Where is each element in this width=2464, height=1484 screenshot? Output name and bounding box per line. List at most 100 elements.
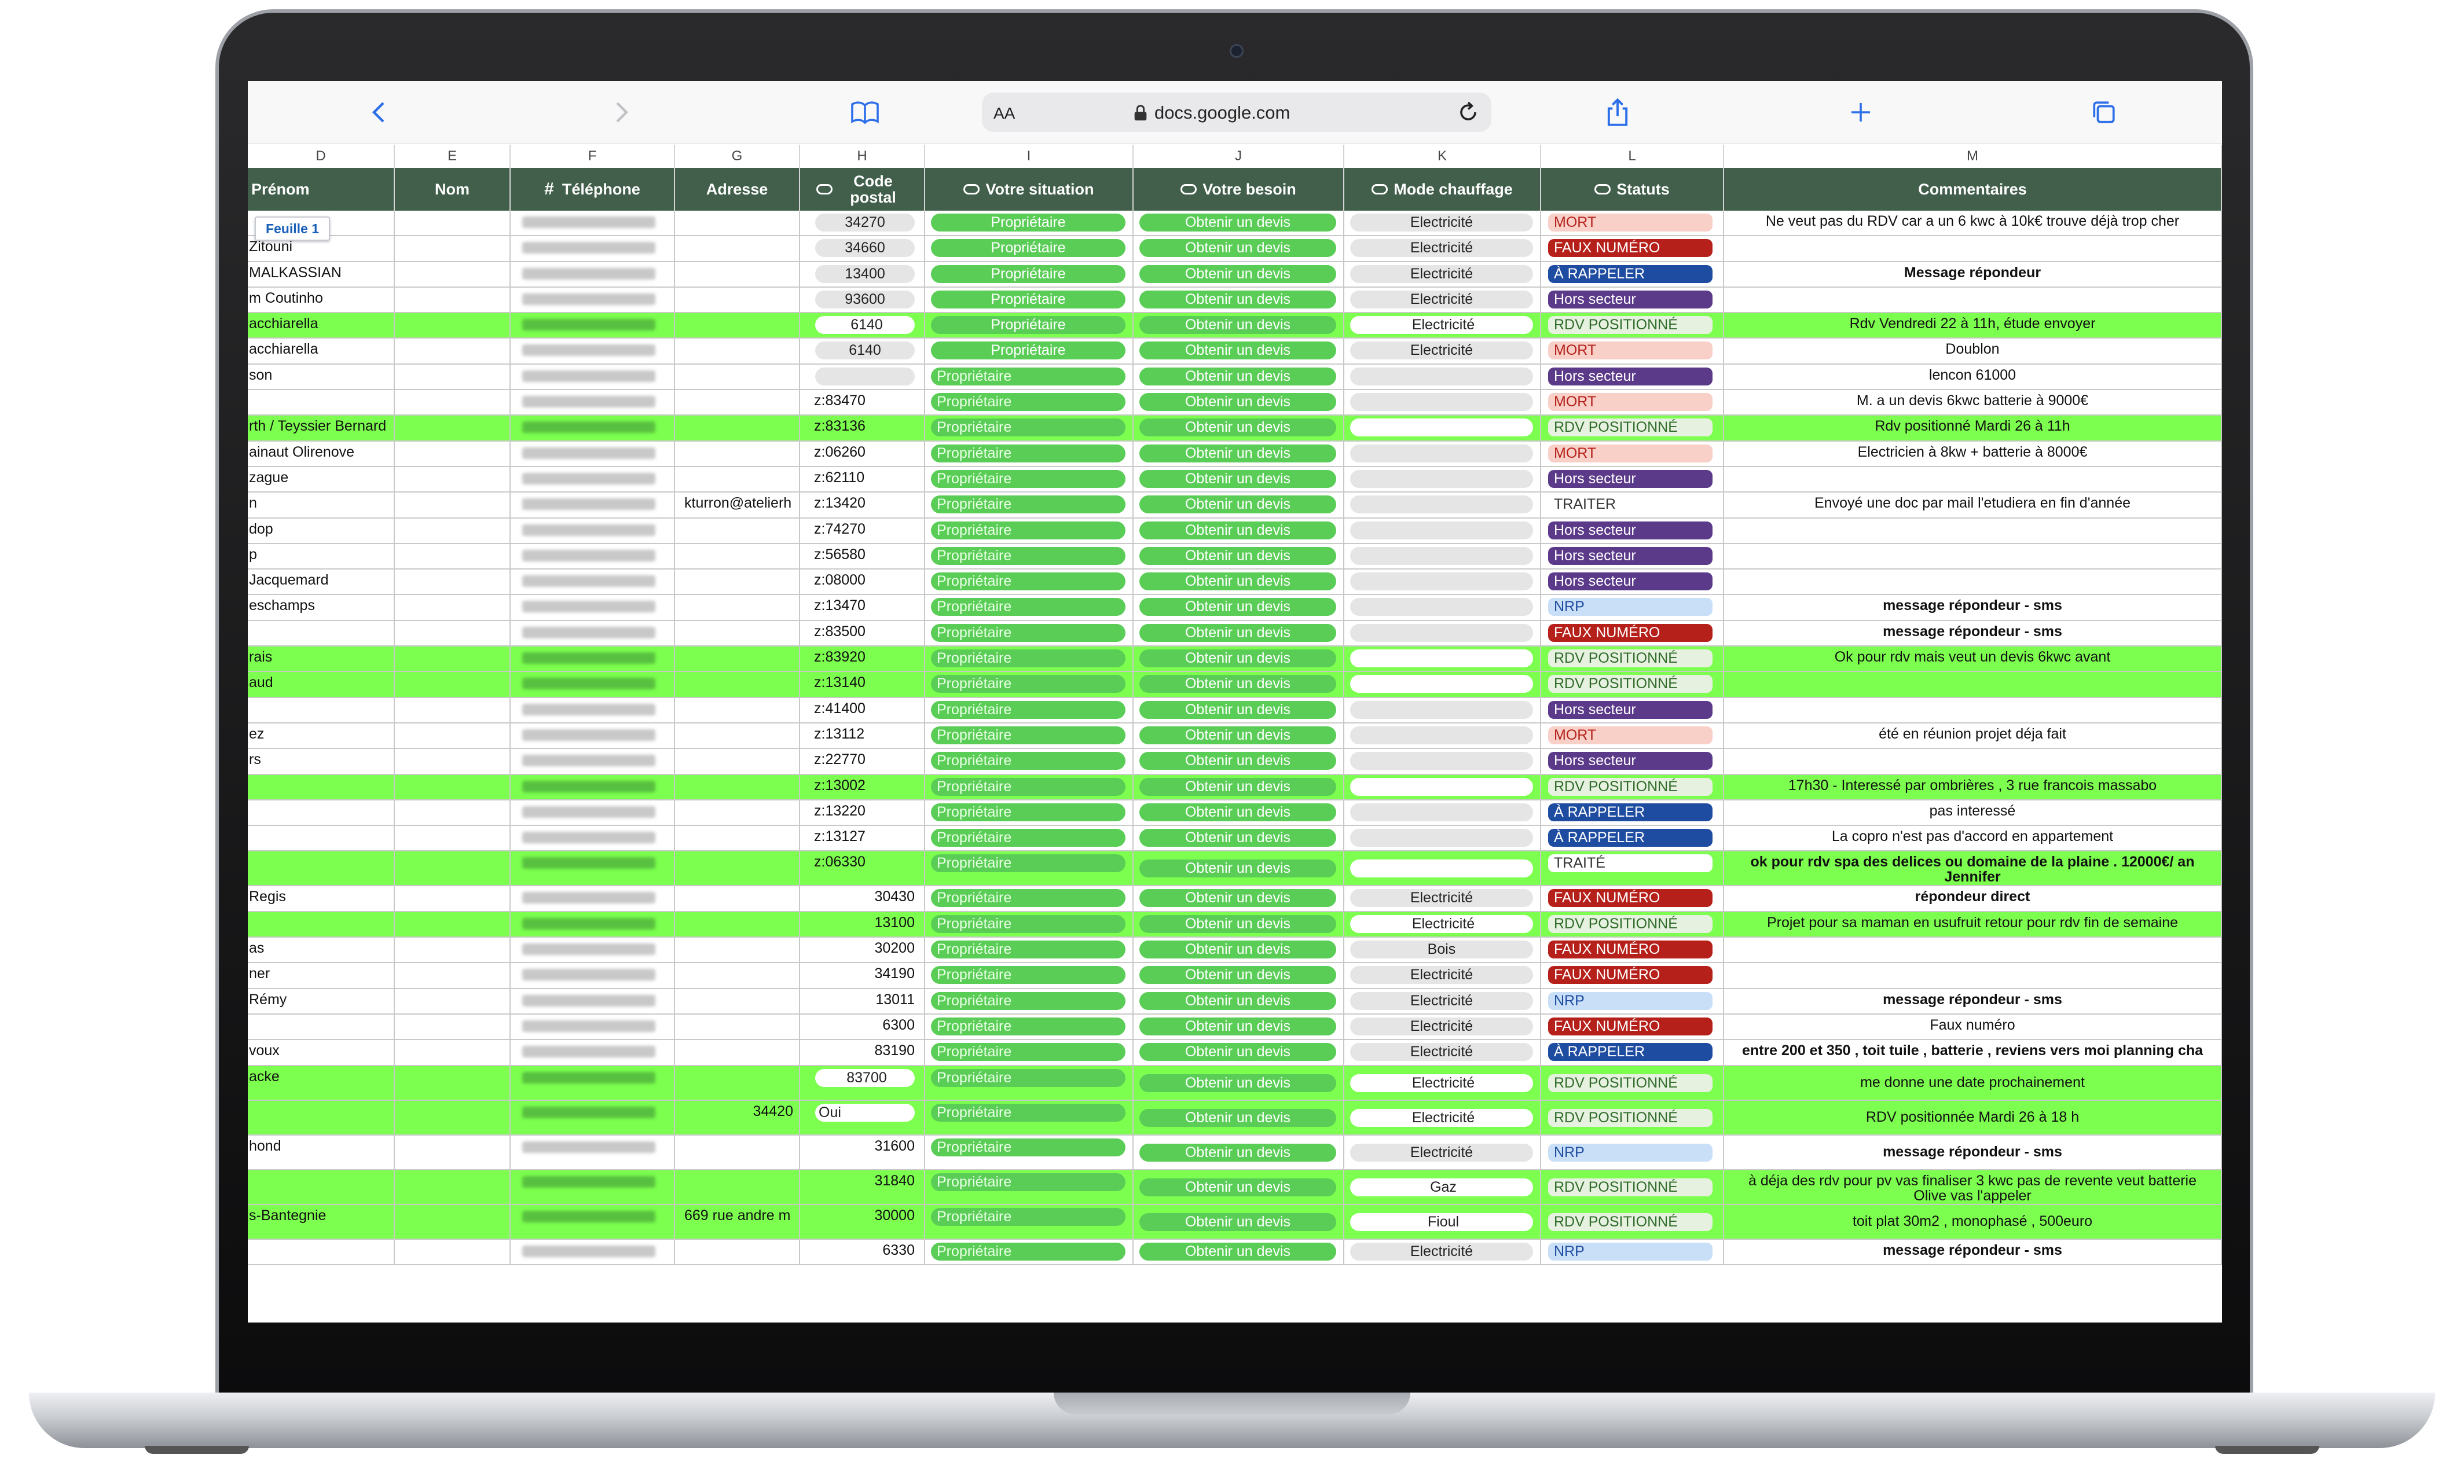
- table-cell[interactable]: rs: [248, 749, 395, 774]
- table-cell[interactable]: Obtenir un devis: [1134, 697, 1344, 722]
- table-cell[interactable]: acchiarella: [248, 313, 395, 338]
- status-chip[interactable]: MORT: [1548, 444, 1713, 462]
- table-cell[interactable]: Hors secteur: [1541, 466, 1724, 492]
- table-cell[interactable]: entre 200 et 350 , toit tuile , batterie…: [1724, 1040, 2222, 1065]
- table-cell[interactable]: ainaut Olirenove: [248, 441, 395, 466]
- table-cell[interactable]: 17h30 - Interessé par ombrières , 3 rue …: [1724, 774, 2222, 799]
- heating-chip[interactable]: Electricité: [1350, 966, 1533, 985]
- column-letter[interactable]: M: [1724, 145, 2222, 168]
- heating-chip[interactable]: [1350, 546, 1533, 565]
- heating-chip[interactable]: Electricité: [1350, 1143, 1533, 1162]
- situation-chip[interactable]: Propriétaire: [931, 914, 1125, 933]
- table-cell[interactable]: Electricité: [1344, 1040, 1541, 1065]
- need-chip[interactable]: Obtenir un devis: [1139, 859, 1336, 878]
- table-cell[interactable]: Propriétaire: [925, 774, 1134, 799]
- table-cell[interactable]: [511, 595, 675, 620]
- column-letter[interactable]: H: [800, 145, 925, 168]
- table-cell[interactable]: [675, 441, 800, 466]
- table-cell[interactable]: Obtenir un devis: [1134, 647, 1344, 671]
- table-cell[interactable]: [511, 441, 675, 466]
- table-cell[interactable]: z:13002: [800, 774, 925, 799]
- forward-button[interactable]: [597, 89, 644, 135]
- postal-code-chip[interactable]: 13400: [815, 265, 915, 283]
- table-cell[interactable]: z:74270: [800, 518, 925, 543]
- heating-chip[interactable]: [1350, 444, 1533, 462]
- table-cell[interactable]: z:83136: [800, 416, 925, 440]
- table-cell[interactable]: Obtenir un devis: [1134, 989, 1344, 1013]
- table-cell[interactable]: Obtenir un devis: [1134, 211, 1344, 236]
- table-cell[interactable]: [1724, 672, 2222, 697]
- table-cell[interactable]: Bois: [1344, 938, 1541, 963]
- status-chip[interactable]: À RAPPELER: [1548, 265, 1713, 283]
- table-cell[interactable]: [1724, 570, 2222, 594]
- table-cell[interactable]: [395, 1014, 511, 1039]
- table-cell[interactable]: toit plat 30m2 , monophasé , 500euro: [1724, 1204, 2222, 1239]
- table-cell[interactable]: RDV POSITIONNÉ: [1541, 1066, 1724, 1100]
- table-cell[interactable]: Propriétaire: [925, 364, 1134, 390]
- table-cell[interactable]: Propriétaire: [925, 441, 1134, 466]
- column-letter[interactable]: D: [248, 145, 395, 168]
- table-cell[interactable]: [395, 800, 511, 825]
- table-cell[interactable]: Electricité: [1344, 1239, 1541, 1264]
- table-cell[interactable]: 83700: [800, 1066, 925, 1100]
- table-cell[interactable]: [675, 595, 800, 620]
- table-cell[interactable]: [395, 647, 511, 671]
- status-chip[interactable]: RDV POSITIONNÉ: [1548, 1108, 1713, 1127]
- heating-chip[interactable]: [1350, 623, 1533, 642]
- table-cell[interactable]: Gaz: [1344, 1170, 1541, 1204]
- table-cell[interactable]: [511, 364, 675, 390]
- situation-chip[interactable]: Propriétaire: [931, 495, 1125, 514]
- table-cell[interactable]: Oui: [800, 1100, 925, 1134]
- table-cell[interactable]: [248, 800, 395, 825]
- table-cell[interactable]: Propriétaire: [925, 1135, 1134, 1169]
- table-cell[interactable]: Electricité: [1344, 989, 1541, 1013]
- need-chip[interactable]: Obtenir un devis: [1139, 290, 1336, 308]
- heating-chip[interactable]: Electricité: [1350, 316, 1533, 335]
- situation-chip[interactable]: Propriétaire: [931, 1017, 1125, 1035]
- need-chip[interactable]: Obtenir un devis: [1139, 316, 1336, 335]
- status-chip[interactable]: FAUX NUMÉRO: [1548, 239, 1713, 258]
- status-chip[interactable]: FAUX NUMÉRO: [1548, 1017, 1713, 1035]
- table-cell[interactable]: [511, 826, 675, 851]
- table-cell[interactable]: message répondeur - sms: [1724, 989, 2222, 1013]
- table-cell[interactable]: Propriétaire: [925, 963, 1134, 988]
- status-chip[interactable]: Hors secteur: [1548, 546, 1713, 565]
- need-chip[interactable]: Obtenir un devis: [1139, 265, 1336, 283]
- need-chip[interactable]: Obtenir un devis: [1139, 469, 1336, 488]
- reload-icon[interactable]: [1457, 101, 1480, 124]
- table-cell[interactable]: à déja des rdv pour pv vas finaliser 3 k…: [1724, 1170, 2222, 1204]
- table-cell[interactable]: Obtenir un devis: [1134, 493, 1344, 517]
- table-cell[interactable]: [511, 518, 675, 543]
- table-cell[interactable]: z:56580: [800, 543, 925, 569]
- table-cell[interactable]: RDV POSITIONNÉ: [1541, 313, 1724, 338]
- table-cell[interactable]: [675, 672, 800, 697]
- need-chip[interactable]: Obtenir un devis: [1139, 889, 1336, 908]
- situation-chip[interactable]: Propriétaire: [931, 854, 1125, 873]
- situation-chip[interactable]: Propriétaire: [931, 752, 1125, 770]
- status-chip[interactable]: RDV POSITIONNÉ: [1548, 914, 1713, 933]
- table-cell[interactable]: Obtenir un devis: [1134, 620, 1344, 646]
- table-cell[interactable]: Obtenir un devis: [1134, 1066, 1344, 1100]
- table-cell[interactable]: [395, 493, 511, 517]
- address-bar[interactable]: AA docs.google.com: [982, 93, 1491, 132]
- heating-chip[interactable]: [1350, 777, 1533, 796]
- table-cell[interactable]: [248, 1014, 395, 1039]
- table-cell[interactable]: MALKASSIAN: [248, 262, 395, 286]
- table-cell[interactable]: Hors secteur: [1541, 697, 1724, 722]
- table-cell[interactable]: z:13420: [800, 493, 925, 517]
- table-cell[interactable]: z:83920: [800, 647, 925, 671]
- table-cell[interactable]: Obtenir un devis: [1134, 364, 1344, 390]
- status-chip[interactable]: MORT: [1548, 393, 1713, 412]
- heating-chip[interactable]: Gaz: [1350, 1178, 1533, 1196]
- need-chip[interactable]: Obtenir un devis: [1139, 1143, 1336, 1162]
- table-cell[interactable]: NRP: [1541, 595, 1724, 620]
- table-cell[interactable]: 6330: [800, 1239, 925, 1264]
- table-cell[interactable]: [1344, 620, 1541, 646]
- situation-chip[interactable]: Propriétaire: [931, 1173, 1125, 1191]
- table-cell[interactable]: Obtenir un devis: [1134, 886, 1344, 911]
- table-cell[interactable]: Hors secteur: [1541, 543, 1724, 569]
- table-cell[interactable]: [395, 416, 511, 440]
- table-cell[interactable]: [675, 647, 800, 671]
- table-cell[interactable]: z:06260: [800, 441, 925, 466]
- situation-chip[interactable]: Propriétaire: [931, 469, 1125, 488]
